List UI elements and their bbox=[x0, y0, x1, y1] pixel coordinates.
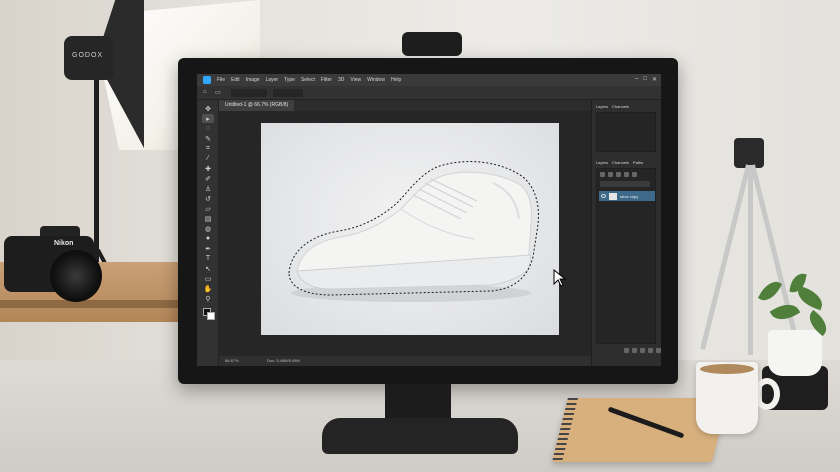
menu-window[interactable]: Window bbox=[367, 77, 385, 83]
status-bar: 66.67% Doc: 5.49M/5.49M bbox=[219, 356, 591, 366]
image-canvas[interactable] bbox=[261, 123, 567, 335]
shape-tool-icon[interactable]: ▭ bbox=[202, 274, 214, 283]
blend-mode-select[interactable] bbox=[600, 181, 650, 187]
monitor-screen: File Edit Image Layer Type Select Filter… bbox=[197, 74, 661, 366]
trash-icon[interactable] bbox=[656, 348, 661, 353]
filter-pixel-icon[interactable] bbox=[608, 172, 613, 177]
crop-tool-icon[interactable]: ⌗ bbox=[202, 144, 214, 153]
menu-view[interactable]: View bbox=[350, 77, 361, 83]
background-color-swatch[interactable] bbox=[207, 312, 215, 320]
eraser-tool-icon[interactable]: ▱ bbox=[202, 204, 214, 213]
menu-file[interactable]: File bbox=[217, 77, 225, 83]
filter-type-icon[interactable] bbox=[624, 172, 629, 177]
menu-type[interactable]: Type bbox=[284, 77, 295, 83]
lasso-tool-icon[interactable]: ◌ bbox=[202, 124, 214, 133]
tripod-head bbox=[734, 138, 764, 168]
monitor-stand bbox=[322, 418, 518, 454]
link-layers-icon[interactable] bbox=[624, 348, 629, 353]
camera-brand-logo: Nikon bbox=[54, 240, 74, 247]
sneaker-image bbox=[288, 161, 539, 302]
camera-lens bbox=[50, 250, 102, 302]
add-style-icon[interactable] bbox=[632, 348, 637, 353]
home-icon[interactable]: ⌂ bbox=[203, 89, 207, 95]
coffee bbox=[700, 364, 754, 374]
menu-select[interactable]: Select bbox=[301, 77, 315, 83]
tool-preset-icon[interactable]: ▭ bbox=[215, 89, 221, 96]
maximize-button[interactable]: □ bbox=[643, 76, 647, 83]
healing-tool-icon[interactable]: ✚ bbox=[202, 164, 214, 173]
menu-image[interactable]: Image bbox=[246, 77, 260, 83]
dodge-tool-icon[interactable]: ● bbox=[202, 234, 214, 243]
canvas-area[interactable] bbox=[219, 111, 591, 356]
filter-kind-icon[interactable] bbox=[600, 172, 605, 177]
upper-panel bbox=[596, 112, 656, 152]
document-info[interactable]: Doc: 5.49M/5.49M bbox=[267, 358, 300, 363]
filter-adjust-icon[interactable] bbox=[616, 172, 621, 177]
option-field[interactable] bbox=[273, 89, 303, 97]
brush-tool-icon[interactable]: ✐ bbox=[202, 174, 214, 183]
menu-filter[interactable]: Filter bbox=[321, 77, 332, 83]
menu-layer[interactable]: Layer bbox=[266, 77, 279, 83]
move-tool-icon[interactable]: ✥ bbox=[202, 104, 214, 113]
light-brand-logo: GODOX bbox=[72, 52, 104, 59]
option-field[interactable] bbox=[231, 89, 267, 97]
tab-paths[interactable]: Paths bbox=[633, 158, 643, 167]
menu-edit[interactable]: Edit bbox=[231, 77, 240, 83]
blur-tool-icon[interactable]: ◍ bbox=[202, 224, 214, 233]
layers-panel: shoe copy bbox=[596, 168, 656, 344]
layer-thumbnail bbox=[609, 192, 617, 200]
menu-bar: File Edit Image Layer Type Select Filter… bbox=[197, 74, 661, 86]
layer-name: shoe copy bbox=[620, 193, 639, 199]
window-controls: – □ ✕ bbox=[635, 76, 657, 83]
tools-panel: ✥ ▸ ◌ ✎ ⌗ ⁄ ✚ ✐ ♙ ↺ ▱ ▤ ◍ ● ✒ T ↖ ▭ ✋ ⚲ bbox=[197, 100, 219, 366]
minimize-button[interactable]: – bbox=[635, 76, 638, 83]
eyedropper-tool-icon[interactable]: ⁄ bbox=[202, 154, 214, 163]
pen-tool-icon[interactable]: ✒ bbox=[202, 244, 214, 253]
tab-channels[interactable]: Channels bbox=[612, 158, 629, 167]
options-bar: ⌂ ▭ bbox=[197, 86, 661, 100]
layers-footer bbox=[624, 348, 661, 353]
type-tool-icon[interactable]: T bbox=[202, 254, 214, 263]
upper-tab-layers[interactable]: Layers bbox=[596, 102, 608, 111]
selection-tool-icon[interactable]: ▸ bbox=[202, 114, 214, 123]
document-tab[interactable]: Untitled-1 @ 66.7% (RGB/8) bbox=[219, 100, 295, 111]
close-button[interactable]: ✕ bbox=[652, 76, 657, 83]
menu-help[interactable]: Help bbox=[391, 77, 401, 83]
hand-tool-icon[interactable]: ✋ bbox=[202, 284, 214, 293]
quick-select-tool-icon[interactable]: ✎ bbox=[202, 134, 214, 143]
filter-shape-icon[interactable] bbox=[632, 172, 637, 177]
history-brush-icon[interactable]: ↺ bbox=[202, 194, 214, 203]
app-logo-icon[interactable] bbox=[203, 76, 211, 84]
panels-dock: Layers Channels Layers Channels Paths sh… bbox=[591, 100, 661, 366]
upper-panel-tabs: Layers Channels bbox=[596, 102, 629, 111]
zoom-tool-icon[interactable]: ⚲ bbox=[202, 294, 214, 303]
layers-panel-tabs: Layers Channels Paths bbox=[596, 158, 643, 167]
add-mask-icon[interactable] bbox=[640, 348, 645, 353]
upper-tab-channels[interactable]: Channels bbox=[612, 102, 629, 111]
document-tab-bar: Untitled-1 @ 66.7% (RGB/8) bbox=[219, 100, 591, 111]
zoom-level[interactable]: 66.67% bbox=[225, 358, 239, 363]
visibility-eye-icon[interactable] bbox=[601, 194, 606, 198]
stamp-tool-icon[interactable]: ♙ bbox=[202, 184, 214, 193]
tripod-leg bbox=[748, 165, 753, 355]
layer-row-selected[interactable]: shoe copy bbox=[599, 191, 655, 201]
tab-layers[interactable]: Layers bbox=[596, 158, 608, 167]
webcam bbox=[402, 32, 462, 56]
new-layer-icon[interactable] bbox=[648, 348, 653, 353]
path-select-icon[interactable]: ↖ bbox=[202, 264, 214, 273]
menu-3d[interactable]: 3D bbox=[338, 77, 344, 83]
layer-filter-icons bbox=[600, 172, 637, 177]
gradient-tool-icon[interactable]: ▤ bbox=[202, 214, 214, 223]
plant-pot bbox=[768, 330, 822, 376]
